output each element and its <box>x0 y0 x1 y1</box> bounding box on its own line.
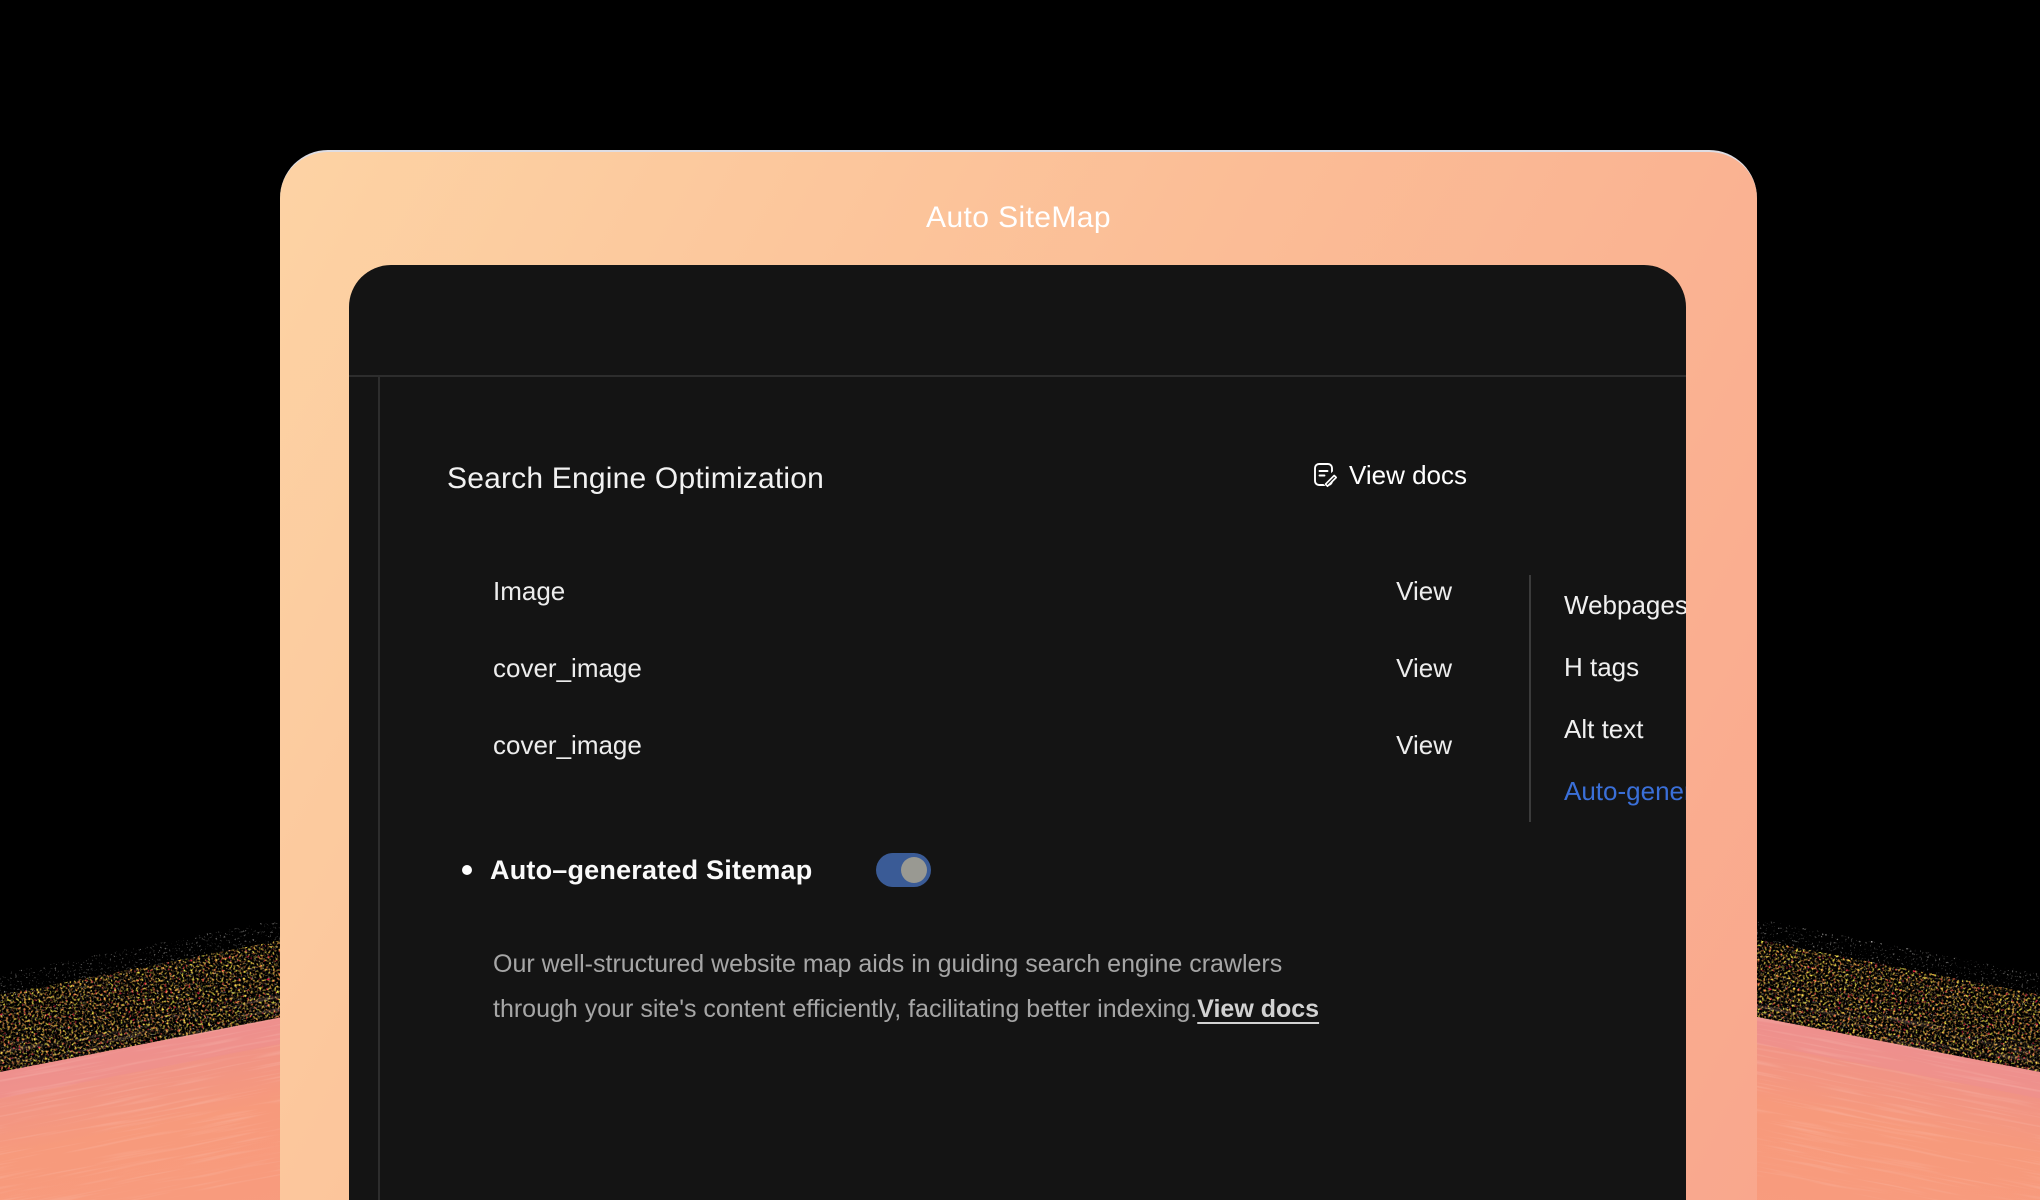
side-menu-item-webpages[interactable]: Webpages <box>1564 574 1686 636</box>
sitemap-toggle-switch[interactable] <box>876 853 931 887</box>
toggle-knob-icon <box>901 857 927 883</box>
side-menu-item-h-tags[interactable]: H tags <box>1564 636 1686 698</box>
image-name: Image <box>493 576 565 607</box>
view-docs-label: View docs <box>1349 457 1467 493</box>
view-link[interactable]: View <box>1396 730 1452 761</box>
image-row: cover_image View <box>493 630 1452 707</box>
side-menu: Webpages H tags Alt text Auto-generated … <box>1564 574 1686 822</box>
sitemap-toggle-row: Auto–generated Sitemap <box>462 850 931 890</box>
card-title: Auto SiteMap <box>280 200 1757 236</box>
document-edit-icon <box>1311 461 1339 489</box>
page-background: Auto SiteMap Search Engine Optimization … <box>0 0 2040 1200</box>
description-line1: Our well-structured website map aids in … <box>493 950 1282 978</box>
panel-border-horizontal <box>349 375 1686 377</box>
side-menu-divider <box>1529 575 1531 822</box>
image-name: cover_image <box>493 730 642 761</box>
view-link[interactable]: View <box>1396 576 1452 607</box>
seo-settings-panel: Search Engine Optimization View docs Ima… <box>349 265 1686 1200</box>
bullet-icon <box>462 865 472 875</box>
panel-border-vertical <box>378 375 380 1200</box>
image-row: cover_image View <box>493 707 1452 784</box>
sitemap-description: Our well-structured website map aids in … <box>493 942 1503 1032</box>
image-row: Image View <box>493 553 1452 630</box>
view-docs-link[interactable]: View docs <box>1311 457 1467 493</box>
section-heading: Search Engine Optimization <box>447 461 824 497</box>
side-menu-item-auto-generated-sitemap[interactable]: Auto-generated Sitemap <box>1564 760 1686 822</box>
view-link[interactable]: View <box>1396 653 1452 684</box>
description-view-docs-link[interactable]: View docs <box>1197 995 1319 1023</box>
image-list: Image View cover_image View cover_image … <box>493 553 1452 784</box>
auto-sitemap-card: Auto SiteMap Search Engine Optimization … <box>280 150 1757 1200</box>
description-line2: through your site's content efficiently,… <box>493 995 1197 1023</box>
side-menu-item-alt-text[interactable]: Alt text <box>1564 698 1686 760</box>
sitemap-toggle-label: Auto–generated Sitemap <box>490 855 812 886</box>
image-name: cover_image <box>493 653 642 684</box>
